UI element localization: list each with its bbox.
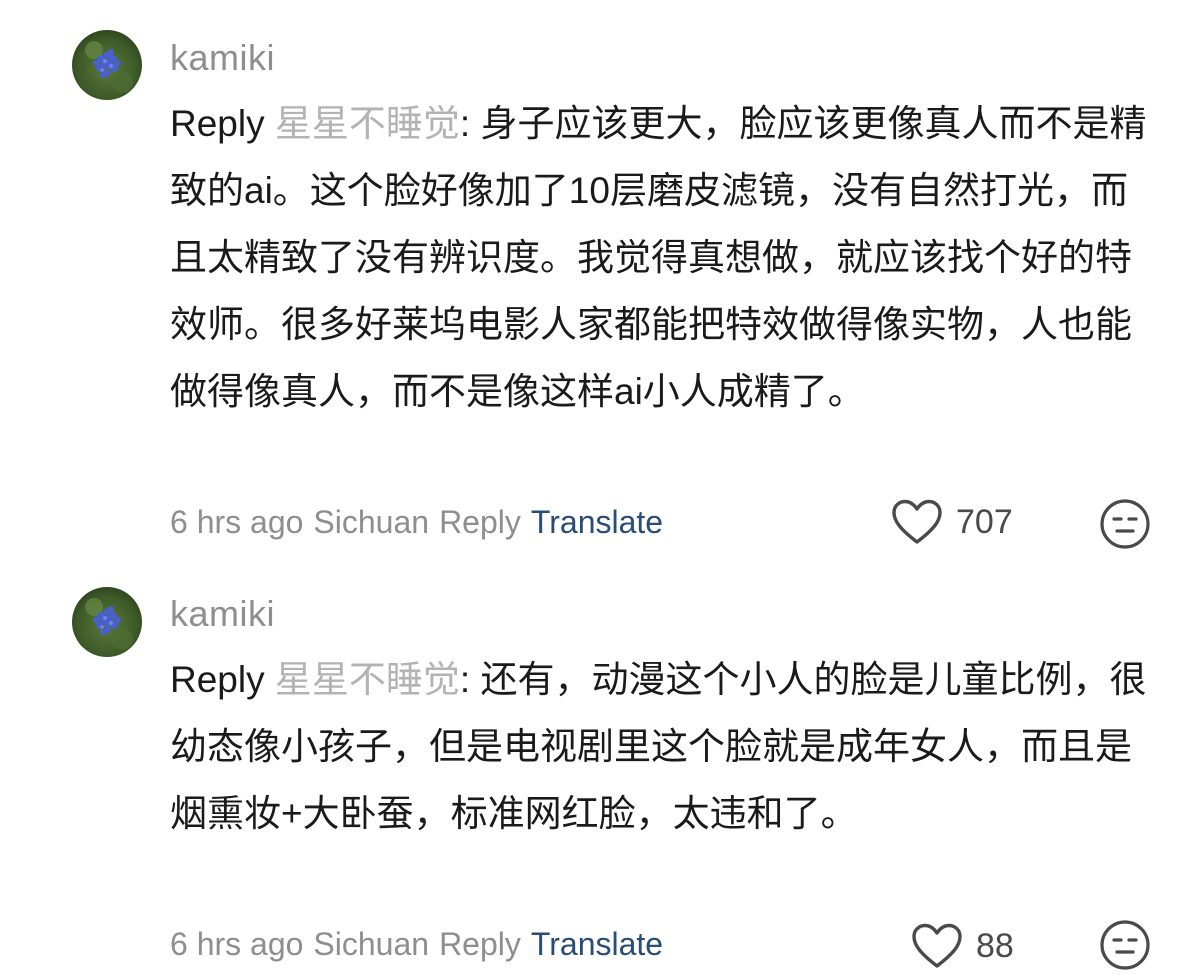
heart-outline-icon xyxy=(912,923,962,968)
comment-location: Sichuan xyxy=(313,926,430,962)
reply-colon: : xyxy=(459,659,481,700)
reply-button[interactable]: Reply xyxy=(439,926,521,962)
reply-colon: : xyxy=(459,103,481,144)
comment-location: Sichuan xyxy=(313,504,430,540)
translate-button[interactable]: Translate xyxy=(531,504,663,540)
neutral-face-icon xyxy=(1100,920,1150,970)
neutral-face-icon xyxy=(1100,499,1150,549)
comment-username[interactable]: kamiki xyxy=(170,36,275,80)
like-button[interactable]: 707 xyxy=(890,498,1013,546)
comment-item: kamiki Reply 星星不睡觉: 还有，动漫这个小人的脸是儿童比例，很幼态… xyxy=(0,560,1200,975)
reply-target-username[interactable]: 星星不睡觉 xyxy=(275,103,460,144)
flower-avatar-icon xyxy=(72,587,142,657)
translate-button[interactable]: Translate xyxy=(531,926,663,962)
comment-username[interactable]: kamiki xyxy=(170,592,275,636)
heart-outline-icon xyxy=(892,499,942,544)
comment-meta: 6 hrs ago Sichuan Reply Translate xyxy=(170,924,663,964)
user-avatar[interactable] xyxy=(72,587,142,657)
reply-button[interactable]: Reply xyxy=(439,504,521,540)
user-avatar[interactable] xyxy=(72,30,142,100)
like-button[interactable]: 88 xyxy=(910,922,1014,970)
comment-time: 6 hrs ago xyxy=(170,504,304,540)
comment-text: 身子应该更大，脸应该更像真人而不是精致的ai。这个脸好像加了10层磨皮滤镜，没有… xyxy=(170,103,1147,412)
comment-time: 6 hrs ago xyxy=(170,926,304,962)
like-count: 88 xyxy=(976,927,1014,965)
reaction-button[interactable] xyxy=(1098,918,1152,972)
flower-avatar-icon xyxy=(72,30,142,100)
comment-body: Reply 星星不睡觉: 身子应该更大，脸应该更像真人而不是精致的ai。这个脸好… xyxy=(170,90,1160,425)
reply-target-username[interactable]: 星星不睡觉 xyxy=(275,659,460,700)
reply-prefix: Reply xyxy=(170,103,275,144)
like-count: 707 xyxy=(956,503,1013,541)
comment-item: kamiki Reply 星星不睡觉: 身子应该更大，脸应该更像真人而不是精致的… xyxy=(0,0,1200,560)
comment-body: Reply 星星不睡觉: 还有，动漫这个小人的脸是儿童比例，很幼态像小孩子，但是… xyxy=(170,646,1160,847)
comment-meta: 6 hrs ago Sichuan Reply Translate xyxy=(170,502,663,542)
reply-prefix: Reply xyxy=(170,659,275,700)
reaction-button[interactable] xyxy=(1098,497,1152,551)
